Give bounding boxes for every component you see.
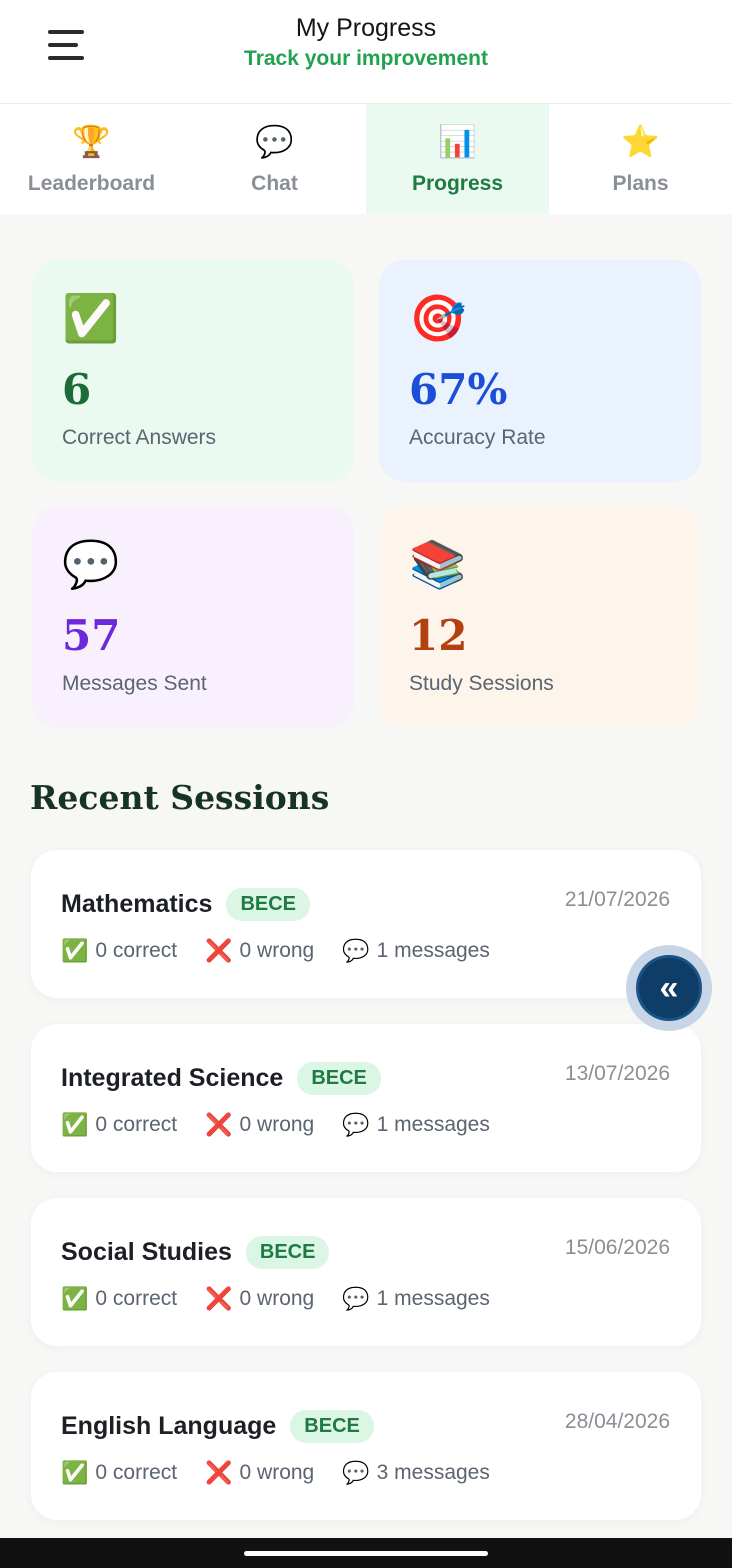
books-icon: 📚 bbox=[409, 538, 467, 590]
correct-count: 0 correct bbox=[95, 939, 178, 962]
session-subject: Mathematics bbox=[61, 890, 213, 918]
messages-count: 1 messages bbox=[376, 1113, 490, 1136]
messages-stat: 💬 1 messages bbox=[342, 938, 490, 964]
cross-mark-icon: ❌ bbox=[205, 1286, 233, 1311]
messages-count: 1 messages bbox=[376, 1287, 490, 1310]
wrong-stat: ❌ 0 wrong bbox=[205, 1460, 314, 1486]
correct-stat: ✅ 0 correct bbox=[61, 1286, 177, 1312]
exam-badge: BECE bbox=[290, 1410, 374, 1443]
wrong-stat: ❌ 0 wrong bbox=[205, 1112, 314, 1138]
exam-badge: BECE bbox=[226, 888, 311, 921]
wrong-stat: ❌ 0 wrong bbox=[205, 938, 314, 964]
tab-label: Progress bbox=[411, 172, 504, 195]
stat-value: 67% bbox=[409, 365, 508, 414]
wrong-stat: ❌ 0 wrong bbox=[205, 1286, 314, 1312]
cross-mark-icon: ❌ bbox=[205, 938, 233, 963]
tab-chat[interactable]: 💬 Chat bbox=[183, 104, 366, 214]
tab-label: Plans bbox=[612, 172, 669, 195]
stat-label: Accuracy Rate bbox=[409, 426, 546, 449]
session-subject: English Language bbox=[61, 1412, 277, 1440]
recent-sessions-heading: Recent Sessions bbox=[30, 778, 330, 817]
correct-count: 0 correct bbox=[95, 1287, 178, 1310]
check-mark-icon: ✅ bbox=[61, 1460, 89, 1485]
correct-count: 0 correct bbox=[95, 1113, 178, 1136]
target-icon: 🎯 bbox=[409, 292, 467, 344]
page-subtitle: Track your improvement bbox=[244, 47, 488, 70]
check-mark-icon: ✅ bbox=[62, 292, 120, 344]
session-date: 21/07/2026 bbox=[564, 888, 670, 911]
wrong-count: 0 wrong bbox=[239, 1287, 315, 1310]
cross-mark-icon: ❌ bbox=[205, 1460, 233, 1485]
session-card[interactable]: English Language BECE 28/04/2026 ✅ 0 corr… bbox=[31, 1372, 701, 1520]
session-stats: ✅ 0 correct ❌ 0 wrong 💬 1 messages bbox=[61, 1112, 490, 1138]
session-stats: ✅ 0 correct ❌ 0 wrong 💬 3 messages bbox=[61, 1460, 490, 1486]
messages-stat: 💬 1 messages bbox=[342, 1286, 490, 1312]
messages-count: 1 messages bbox=[376, 939, 490, 962]
check-mark-icon: ✅ bbox=[61, 1286, 89, 1311]
system-navigation-bar bbox=[0, 1538, 732, 1568]
correct-stat: ✅ 0 correct bbox=[61, 938, 177, 964]
wrong-count: 0 wrong bbox=[239, 939, 315, 962]
collapse-fab-button[interactable]: « bbox=[626, 945, 712, 1031]
speech-bubble-icon: 💬 bbox=[255, 124, 294, 159]
messages-stat: 💬 3 messages bbox=[342, 1460, 490, 1486]
session-date: 15/06/2026 bbox=[564, 1236, 670, 1259]
session-subject-row: English Language BECE bbox=[61, 1410, 374, 1443]
session-card[interactable]: Mathematics BECE 21/07/2026 ✅ 0 correct ❌… bbox=[31, 850, 701, 998]
correct-stat: ✅ 0 correct bbox=[61, 1112, 177, 1138]
trophy-icon: 🏆 bbox=[72, 124, 111, 159]
exam-badge: BECE bbox=[245, 1236, 330, 1269]
stat-card-study-sessions: 📚 12 Study Sessions bbox=[379, 506, 701, 728]
session-subject-row: Integrated Science BECE bbox=[61, 1062, 381, 1095]
session-stats: ✅ 0 correct ❌ 0 wrong 💬 1 messages bbox=[61, 938, 490, 964]
star-icon: ⭐ bbox=[621, 124, 660, 159]
stat-label: Correct Answers bbox=[62, 426, 217, 449]
tab-progress[interactable]: 📊 Progress bbox=[366, 104, 549, 214]
stat-label: Messages Sent bbox=[62, 672, 207, 695]
messages-stat: 💬 1 messages bbox=[342, 1112, 490, 1138]
speech-bubble-icon: 💬 bbox=[342, 1460, 370, 1485]
double-chevron-left-icon: « bbox=[636, 955, 702, 1021]
check-mark-icon: ✅ bbox=[61, 938, 89, 963]
app-header: My Progress Track your improvement bbox=[0, 0, 732, 104]
session-card[interactable]: Social Studies BECE 15/06/2026 ✅ 0 correc… bbox=[31, 1198, 701, 1346]
session-card[interactable]: Integrated Science BECE 13/07/2026 ✅ 0 co… bbox=[31, 1024, 701, 1172]
session-date: 13/07/2026 bbox=[564, 1062, 670, 1085]
tab-label: Leaderboard bbox=[27, 172, 156, 195]
correct-stat: ✅ 0 correct bbox=[61, 1460, 177, 1486]
session-stats: ✅ 0 correct ❌ 0 wrong 💬 1 messages bbox=[61, 1286, 490, 1312]
session-subject-row: Mathematics BECE bbox=[61, 888, 311, 921]
tab-leaderboard[interactable]: 🏆 Leaderboard bbox=[0, 104, 183, 214]
speech-bubble-icon: 💬 bbox=[62, 538, 120, 590]
tab-plans[interactable]: ⭐ Plans bbox=[549, 104, 732, 214]
correct-count: 0 correct bbox=[95, 1461, 178, 1484]
stat-value: 6 bbox=[62, 365, 92, 414]
stat-value: 12 bbox=[409, 611, 468, 660]
session-subject-row: Social Studies BECE bbox=[61, 1236, 330, 1269]
stat-value: 57 bbox=[62, 611, 121, 660]
stat-card-messages-sent: 💬 57 Messages Sent bbox=[32, 506, 354, 728]
speech-bubble-icon: 💬 bbox=[342, 1112, 370, 1137]
bar-chart-icon: 📊 bbox=[438, 124, 477, 159]
exam-badge: BECE bbox=[297, 1062, 381, 1095]
stat-card-accuracy-rate: 🎯 67% Accuracy Rate bbox=[379, 260, 701, 482]
tab-bar: 🏆 Leaderboard 💬 Chat 📊 Progress ⭐ Plans bbox=[0, 104, 732, 214]
session-subject: Integrated Science bbox=[61, 1064, 284, 1092]
session-date: 28/04/2026 bbox=[564, 1410, 670, 1433]
speech-bubble-icon: 💬 bbox=[342, 938, 370, 963]
wrong-count: 0 wrong bbox=[239, 1113, 315, 1136]
cross-mark-icon: ❌ bbox=[205, 1112, 233, 1137]
tab-label: Chat bbox=[251, 172, 298, 195]
stat-label: Study Sessions bbox=[409, 672, 554, 695]
messages-count: 3 messages bbox=[376, 1461, 490, 1484]
check-mark-icon: ✅ bbox=[61, 1112, 89, 1137]
stat-card-correct-answers: ✅ 6 Correct Answers bbox=[32, 260, 354, 482]
speech-bubble-icon: 💬 bbox=[342, 1286, 370, 1311]
wrong-count: 0 wrong bbox=[239, 1461, 315, 1484]
home-gesture-handle[interactable] bbox=[244, 1551, 488, 1556]
page-title: My Progress bbox=[295, 14, 437, 42]
session-subject: Social Studies bbox=[61, 1238, 232, 1266]
